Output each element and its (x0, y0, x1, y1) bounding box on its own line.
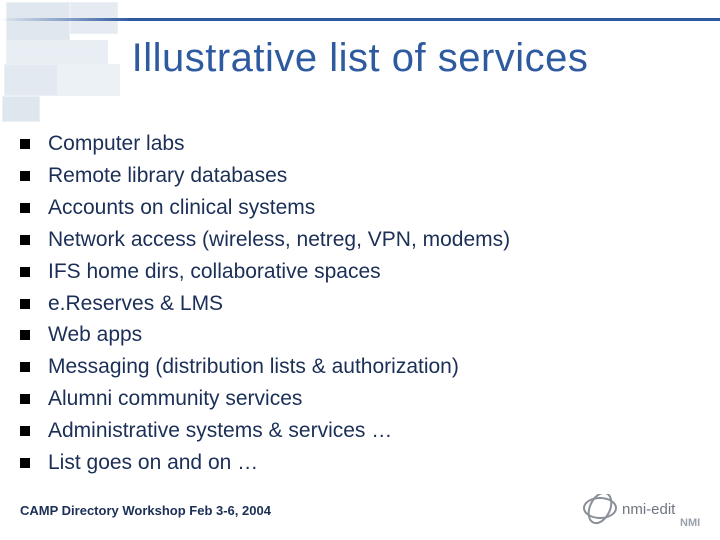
square-bullet-icon (20, 235, 30, 245)
logo: nmi-edit NMI (582, 494, 702, 530)
list-item-text: e.Reserves & LMS (48, 288, 680, 320)
list-item-text: Computer labs (48, 128, 680, 160)
list-item: Accounts on clinical systems (20, 192, 680, 224)
square-bullet-icon (20, 203, 30, 213)
square-bullet-icon (20, 171, 30, 181)
slide-title: Illustrative list of services (0, 36, 720, 81)
list-item-text: Administrative systems & services … (48, 415, 680, 447)
logo-text: nmi-edit (622, 501, 676, 518)
footer-text: CAMP Directory Workshop Feb 3-6, 2004 (20, 503, 271, 518)
list-item-text: Messaging (distribution lists & authoriz… (48, 351, 680, 383)
list-item: Computer labs (20, 128, 680, 160)
square-bullet-icon (20, 267, 30, 277)
list-item: Alumni community services (20, 383, 680, 415)
list-item-text: Alumni community services (48, 383, 680, 415)
list-item: Administrative systems & services … (20, 415, 680, 447)
square-bullet-icon (20, 362, 30, 372)
square-bullet-icon (20, 394, 30, 404)
list-item: Remote library databases (20, 160, 680, 192)
square-bullet-icon (20, 299, 30, 309)
square-bullet-icon (20, 426, 30, 436)
list-item: List goes on and on … (20, 447, 680, 479)
list-item-text: List goes on and on … (48, 447, 680, 479)
list-item-text: Accounts on clinical systems (48, 192, 680, 224)
list-item: e.Reserves & LMS (20, 288, 680, 320)
bullet-list: Computer labs Remote library databases A… (20, 128, 680, 479)
list-item: Messaging (distribution lists & authoriz… (20, 351, 680, 383)
list-item-text: Remote library databases (48, 160, 680, 192)
list-item-text: Network access (wireless, netreg, VPN, m… (48, 224, 680, 256)
list-item: Network access (wireless, netreg, VPN, m… (20, 224, 680, 256)
list-item: IFS home dirs, collaborative spaces (20, 256, 680, 288)
square-bullet-icon (20, 458, 30, 468)
header-divider (0, 18, 720, 21)
square-bullet-icon (20, 139, 30, 149)
list-item-text: Web apps (48, 319, 680, 351)
logo-subtext: NMI (680, 517, 700, 529)
list-item-text: IFS home dirs, collaborative spaces (48, 256, 680, 288)
square-bullet-icon (20, 330, 30, 340)
list-item: Web apps (20, 319, 680, 351)
